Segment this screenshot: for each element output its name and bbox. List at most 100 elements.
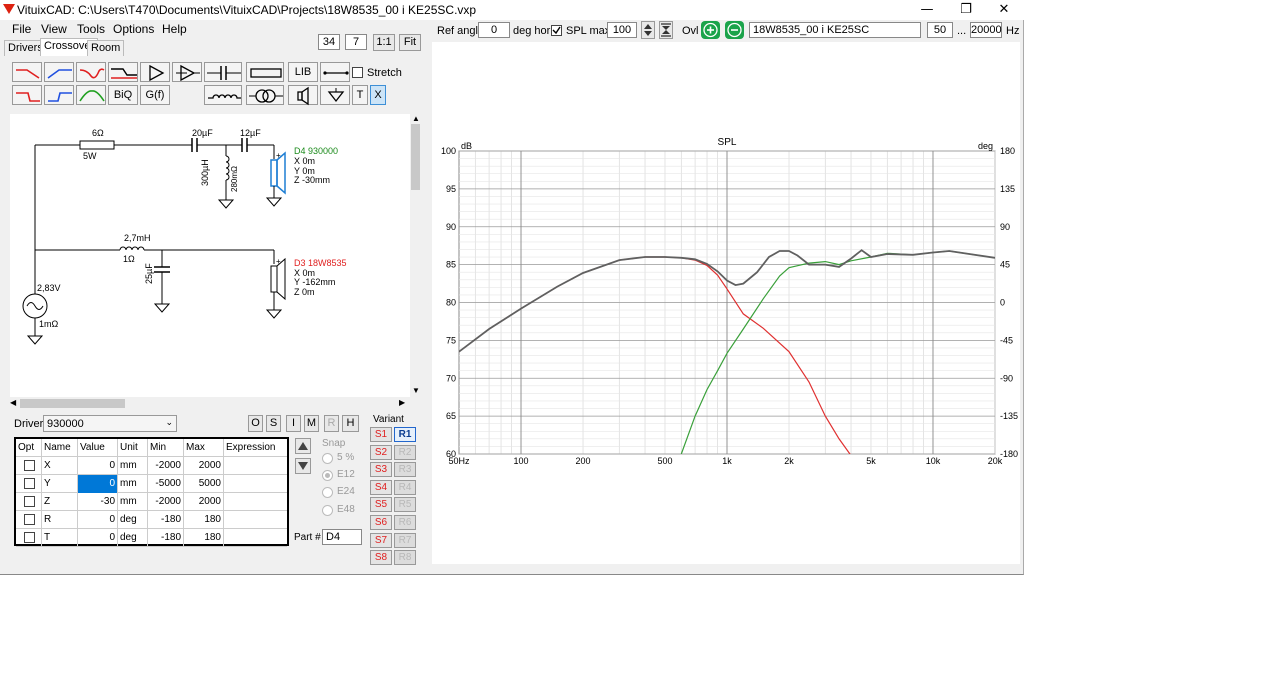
menu-view[interactable]: View bbox=[41, 22, 67, 36]
expression-cell[interactable] bbox=[224, 511, 287, 529]
overlay-name-field[interactable]: 18W8535_00 i KE25SC bbox=[749, 22, 921, 38]
variant-s3-button[interactable]: S3 bbox=[370, 462, 392, 478]
library-button[interactable]: LIB bbox=[288, 62, 318, 82]
variant-r7-button[interactable]: R7 bbox=[394, 532, 416, 548]
inductor-tool-button[interactable] bbox=[204, 85, 242, 105]
opt-cell[interactable] bbox=[16, 493, 42, 511]
move-down-button[interactable] bbox=[295, 458, 311, 474]
add-overlay-button[interactable] bbox=[701, 21, 720, 39]
min-cell[interactable]: -180 bbox=[148, 511, 184, 529]
part-number-field[interactable]: D4 bbox=[322, 529, 362, 545]
amplifier-tool-button[interactable] bbox=[140, 62, 170, 82]
vertical-scroll-thumb[interactable] bbox=[411, 124, 420, 190]
frequency-min-field[interactable]: 50 bbox=[927, 22, 953, 38]
variant-s7-button[interactable]: S7 bbox=[370, 532, 392, 548]
ground-tool-button[interactable] bbox=[320, 85, 350, 105]
table-row[interactable]: T 0 deg -180 180 bbox=[16, 529, 287, 547]
variant-s6-button[interactable]: S6 bbox=[370, 515, 392, 530]
min-cell[interactable]: -2000 bbox=[148, 457, 184, 475]
min-cell[interactable]: -2000 bbox=[148, 493, 184, 511]
mode-i-button[interactable]: I bbox=[286, 415, 301, 432]
restore-button[interactable]: ❐ bbox=[951, 1, 981, 19]
opt-checkbox[interactable] bbox=[24, 460, 35, 471]
zoom-value-field[interactable]: 34 bbox=[318, 34, 340, 50]
opt-cell[interactable] bbox=[16, 457, 42, 475]
variant-r5-button[interactable]: R5 bbox=[394, 497, 416, 513]
variant-r8-button[interactable]: R8 bbox=[394, 550, 416, 566]
menu-help[interactable]: Help bbox=[162, 22, 187, 36]
variant-r6-button[interactable]: R6 bbox=[394, 515, 416, 530]
lowpass-2nd-tool-button[interactable] bbox=[12, 85, 42, 105]
menu-file[interactable]: File bbox=[12, 22, 31, 36]
max-cell[interactable]: 180 bbox=[184, 511, 224, 529]
scroll-down-icon[interactable]: ▼ bbox=[412, 386, 420, 395]
max-cell[interactable]: 2000 bbox=[184, 457, 224, 475]
schematic-canvas[interactable]: + + 6Ω 5W 20µF 12µF 300µH 280mΩ D4 93000… bbox=[10, 114, 410, 397]
variant-s4-button[interactable]: S4 bbox=[370, 479, 392, 495]
mode-s-button[interactable]: S bbox=[266, 415, 281, 432]
scroll-right-icon[interactable]: ▶ bbox=[399, 398, 405, 407]
spl-max-checkbox[interactable] bbox=[551, 25, 562, 36]
variant-r1-button[interactable]: R1 bbox=[394, 427, 416, 442]
zoom-fit-button[interactable]: Fit bbox=[399, 34, 421, 51]
snap-radio-e48[interactable] bbox=[322, 505, 333, 516]
resistor-tool-button[interactable] bbox=[246, 62, 284, 82]
table-row[interactable]: Z -30 mm -2000 2000 bbox=[16, 493, 287, 511]
value-cell[interactable]: -30 bbox=[78, 493, 118, 511]
transformer-tool-button[interactable] bbox=[246, 85, 284, 105]
spl-auto-scale-button[interactable] bbox=[659, 21, 673, 39]
snap-radio-e12[interactable] bbox=[322, 470, 333, 481]
highpass-1st-tool-button[interactable] bbox=[44, 62, 74, 82]
remove-overlay-button[interactable] bbox=[725, 21, 744, 39]
mode-m-button[interactable]: M bbox=[304, 415, 319, 432]
opt-checkbox[interactable] bbox=[24, 496, 35, 507]
transfer-function-button[interactable]: G(f) bbox=[140, 85, 170, 105]
opt-checkbox[interactable] bbox=[24, 514, 35, 525]
close-button[interactable]: ✕ bbox=[989, 1, 1019, 19]
scroll-up-icon[interactable]: ▲ bbox=[412, 114, 420, 123]
shelf-tool-button[interactable] bbox=[108, 62, 138, 82]
biquad-button[interactable]: BiQ bbox=[108, 85, 138, 105]
schematic-horizontal-scrollbar[interactable]: ◀ ▶ bbox=[10, 398, 410, 409]
opt-cell[interactable] bbox=[16, 475, 42, 493]
highpass-2nd-tool-button[interactable] bbox=[44, 85, 74, 105]
snap-radio-5pct[interactable] bbox=[322, 453, 333, 464]
text-tool-button[interactable]: T bbox=[352, 85, 368, 105]
expression-cell[interactable] bbox=[224, 529, 287, 547]
value-cell[interactable]: 0 bbox=[78, 475, 118, 493]
spl-spinner[interactable] bbox=[641, 21, 655, 39]
horizontal-scroll-thumb[interactable] bbox=[20, 399, 125, 408]
opt-checkbox[interactable] bbox=[24, 532, 35, 543]
min-cell[interactable]: -5000 bbox=[148, 475, 184, 493]
expression-cell[interactable] bbox=[224, 493, 287, 511]
bandstop-tool-button[interactable] bbox=[76, 62, 106, 82]
max-cell[interactable]: 5000 bbox=[184, 475, 224, 493]
variant-s8-button[interactable]: S8 bbox=[370, 550, 392, 566]
opt-checkbox[interactable] bbox=[24, 478, 35, 489]
zoom-1to1-button[interactable]: 1:1 bbox=[373, 34, 395, 51]
stretch-checkbox[interactable] bbox=[352, 67, 363, 78]
variant-s1-button[interactable]: S1 bbox=[370, 427, 392, 442]
tab-room[interactable]: Room bbox=[87, 40, 125, 56]
table-row[interactable]: X 0 mm -2000 2000 bbox=[16, 457, 287, 475]
max-cell[interactable]: 2000 bbox=[184, 493, 224, 511]
lowpass-1st-tool-button[interactable] bbox=[12, 62, 42, 82]
variant-s5-button[interactable]: S5 bbox=[370, 497, 392, 513]
frequency-max-field[interactable]: 20000 bbox=[970, 22, 1002, 38]
value-cell[interactable]: 0 bbox=[78, 529, 118, 547]
opt-cell[interactable] bbox=[16, 511, 42, 529]
min-cell[interactable]: -180 bbox=[148, 529, 184, 547]
value-cell[interactable]: 0 bbox=[78, 511, 118, 529]
spl-max-field[interactable]: 100 bbox=[607, 22, 637, 38]
spl-plot-panel[interactable]: 60 65 70 75 80 85 90 95 100 -180 -135 -90 -45 0 45 90 13… bbox=[432, 42, 1020, 564]
opt-cell[interactable] bbox=[16, 529, 42, 547]
bandpass-tool-button[interactable] bbox=[76, 85, 106, 105]
minimize-button[interactable]: — bbox=[912, 1, 942, 19]
snap-radio-e24[interactable] bbox=[322, 487, 333, 498]
menu-tools[interactable]: Tools bbox=[77, 22, 105, 36]
max-cell[interactable]: 180 bbox=[184, 529, 224, 547]
table-row[interactable]: R 0 deg -180 180 bbox=[16, 511, 287, 529]
delete-tool-button[interactable]: X bbox=[370, 85, 386, 105]
move-up-button[interactable] bbox=[295, 438, 311, 454]
driver-select[interactable]: 930000 ⌄ bbox=[43, 415, 177, 432]
